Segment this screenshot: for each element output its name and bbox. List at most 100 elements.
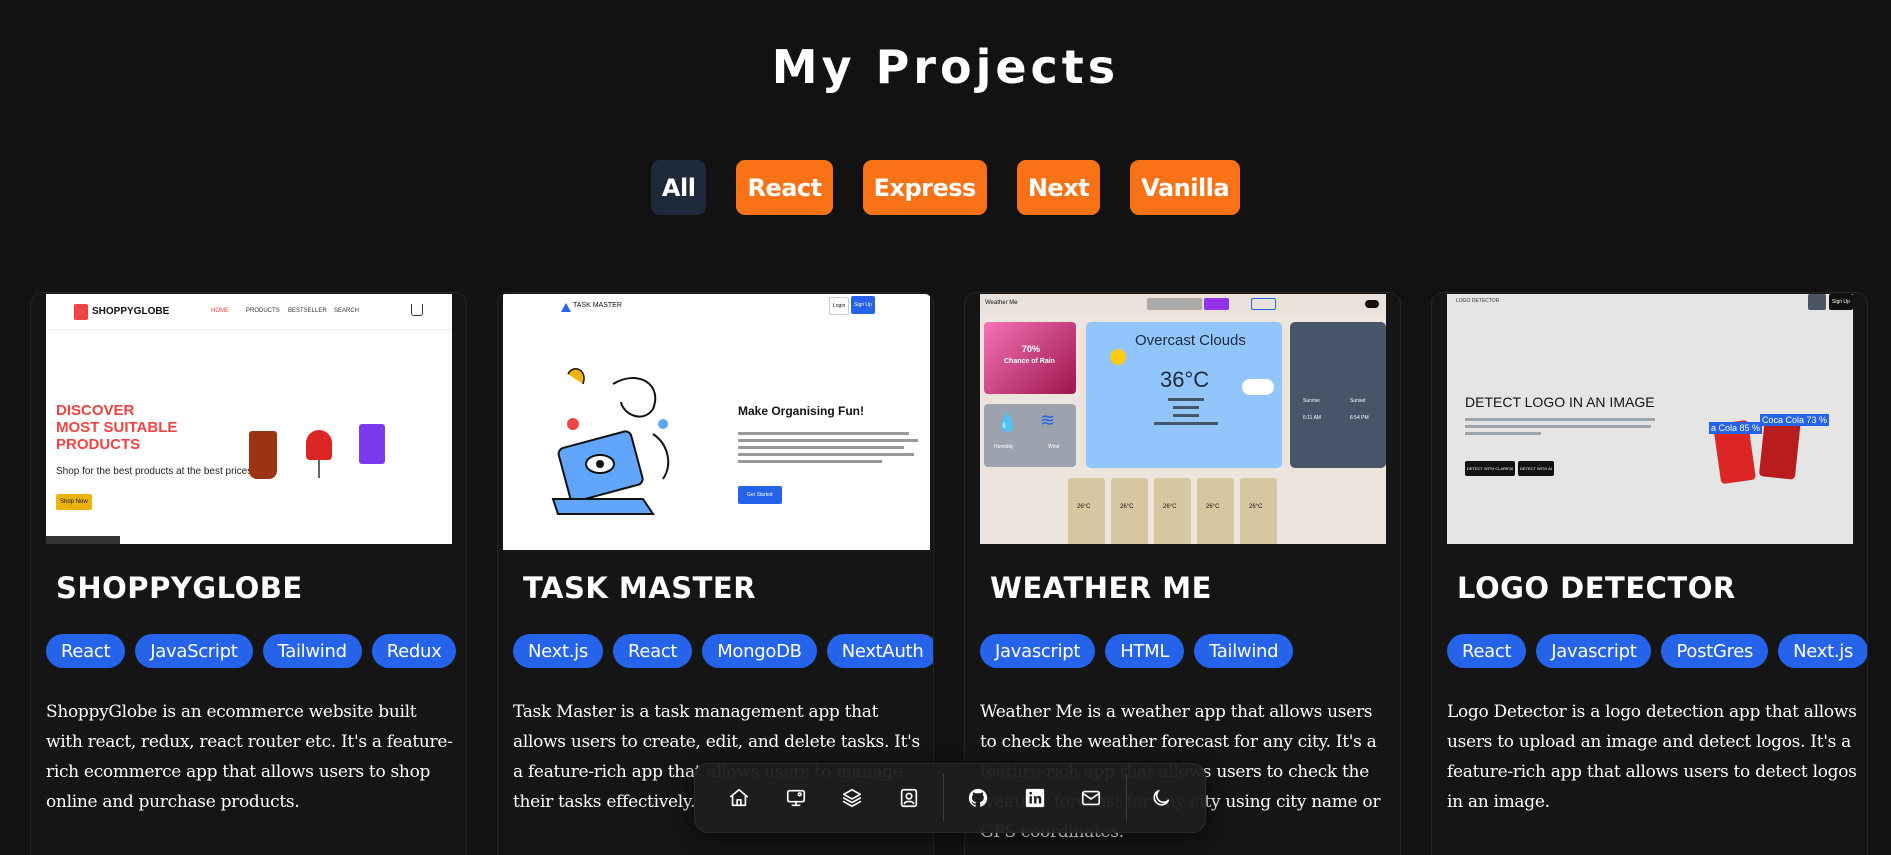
- layers-icon[interactable]: [832, 776, 873, 820]
- page-title: My Projects: [771, 40, 1120, 94]
- tech-tag: React: [1447, 634, 1527, 668]
- shopping-cart-icon: [411, 304, 423, 316]
- tech-tag: Tailwind: [1194, 634, 1294, 668]
- thumb-get-started-button: Get Started: [738, 486, 782, 504]
- thumb-headline: DETECT LOGO IN AN IMAGE: [1465, 394, 1655, 410]
- thumb-subtitle: Shop for the best products at the best p…: [56, 466, 256, 477]
- forecast-day: 26°C: [1154, 478, 1191, 544]
- logo-detector-screenshot[interactable]: LOGO DETECTOR Sign Up DETECT LOGO IN AN …: [1447, 294, 1853, 544]
- filter-all-button[interactable]: All: [650, 160, 707, 215]
- thumb-paragraph: [1465, 418, 1655, 435]
- project-title: WEATHER ME: [990, 571, 1212, 605]
- moon-icon[interactable]: [1140, 776, 1181, 820]
- thumb-sunrise: 6:11 AM: [1303, 415, 1321, 421]
- shoppyglobe-screenshot[interactable]: SHOPPYGLOBE HOME PRODUCTS BESTSELLER SEA…: [46, 294, 452, 544]
- tech-tag: React: [612, 634, 693, 668]
- thumb-temperature: 36°C: [1160, 367, 1210, 392]
- dock-divider: [943, 774, 944, 822]
- tech-tag: PostGres: [1661, 634, 1769, 668]
- product-chair: [306, 430, 332, 460]
- thumb-brand: TASK MASTER: [573, 302, 622, 309]
- project-title: TASK MASTER: [523, 571, 757, 605]
- thumb-headline-1: DISCOVER: [56, 402, 135, 419]
- task-logo-icon: [561, 303, 571, 312]
- project-description: Logo Detector is a logo detection app th…: [1447, 702, 1857, 812]
- filter-next-button[interactable]: Next: [1016, 160, 1101, 215]
- tech-tag: Tailwind: [262, 634, 362, 668]
- illustration-laptop: [551, 368, 670, 515]
- tech-tag: Next.js: [1778, 634, 1867, 668]
- tech-tag: HTML: [1105, 634, 1185, 668]
- sun-icon: [1110, 349, 1126, 365]
- tech-tags: React JavaScript Tailwind Redux: [46, 634, 457, 668]
- thumb-login-button: Login: [829, 297, 850, 315]
- thumb-paragraph: [738, 432, 918, 467]
- project-card-logo-detector[interactable]: LOGO DETECTOR Sign Up DETECT LOGO IN AN …: [1431, 292, 1868, 855]
- project-title: LOGO DETECTOR: [1457, 571, 1736, 605]
- home-icon[interactable]: [719, 776, 760, 820]
- thumb-chance: 70%: [1022, 344, 1041, 354]
- filter-bar: All React Express Next Vanilla: [0, 160, 1891, 215]
- filter-express-button[interactable]: Express: [862, 160, 987, 215]
- thumb-sunset: 6:54 PM: [1350, 415, 1369, 421]
- filter-react-button[interactable]: React: [736, 160, 833, 215]
- thumb-detect-clarifai-button: DETECT WITH CLARIFAI: [1465, 461, 1516, 476]
- thumb-brand: SHOPPYGLOBE: [92, 306, 170, 317]
- thumb-sunrise-label: Sunrise: [1303, 398, 1320, 404]
- thumb-toggle: [1365, 300, 1379, 308]
- thumb-chance-label: Chance of Rain: [1004, 358, 1055, 365]
- thumb-condition: Overcast Clouds: [1135, 332, 1246, 349]
- thumb-headline-2: MOST SUITABLE: [56, 419, 178, 436]
- monitor-icon[interactable]: [776, 776, 817, 820]
- thumb-signup-button: Sign Up: [851, 296, 875, 314]
- thumb-temp-details: [1150, 398, 1222, 425]
- tech-tag: Next.js: [513, 634, 603, 668]
- wind-icon: ≋: [1040, 410, 1056, 430]
- tech-tags: Next.js React MongoDB NextAuth: [513, 634, 933, 668]
- thumb-humidity-label: Humidity: [994, 444, 1014, 450]
- mail-icon[interactable]: [1071, 776, 1112, 820]
- tech-tag: NextAuth: [826, 634, 933, 668]
- task-master-screenshot[interactable]: TASK MASTER Login Sign Up Make Organisin…: [503, 294, 930, 550]
- thumb-headline-3: PRODUCTS: [56, 436, 141, 453]
- github-icon[interactable]: [958, 776, 999, 820]
- forecast-day: 26°C: [1068, 478, 1105, 544]
- tech-tag: JavaScript: [135, 634, 253, 668]
- thumb-nav-products: PRODUCTS: [246, 308, 280, 314]
- projects-page: My Projects All React Express Next Vanil…: [0, 0, 1891, 855]
- thumb-location-btn: [1251, 298, 1276, 310]
- thumb-nav-home: HOME: [211, 308, 229, 314]
- cart-logo-icon: [74, 304, 88, 320]
- tech-tag: Javascript: [980, 634, 1096, 668]
- product-cup: [249, 431, 277, 479]
- contact-icon[interactable]: [889, 776, 930, 820]
- thumb-wind-label: Wind: [1048, 444, 1060, 450]
- dock-divider: [1125, 774, 1127, 822]
- weather-me-screenshot[interactable]: Weather Me 70% Chance of Rain 💧 ≋ Humidi…: [980, 294, 1386, 544]
- detection-label: a Cola 85 %: [1709, 422, 1763, 434]
- filter-vanilla-button[interactable]: Vanilla: [1130, 160, 1241, 215]
- project-description: ShoppyGlobe is an ecommerce website buil…: [46, 702, 453, 812]
- tech-tag: MongoDB: [702, 634, 817, 668]
- droplet-icon: 💧: [996, 412, 1019, 432]
- tech-tag: Redux: [371, 634, 457, 668]
- thumb-signup-button: Sign Up: [1829, 294, 1853, 310]
- floating-dock: [694, 763, 1206, 833]
- thumb-headline: Make Organising Fun!: [738, 404, 865, 418]
- tech-tag: React: [46, 634, 126, 668]
- forecast-day: 26°C: [1111, 478, 1148, 544]
- project-card-shoppyglobe[interactable]: SHOPPYGLOBE HOME PRODUCTS BESTSELLER SEA…: [30, 292, 467, 855]
- thumb-search: [1147, 298, 1202, 310]
- thumb-sunset-label: Sunset: [1350, 398, 1366, 404]
- linkedin-icon[interactable]: [1015, 776, 1056, 820]
- sun-times-card: [1290, 322, 1386, 468]
- detection-label: Coca Cola 73 %: [1760, 414, 1830, 426]
- thumb-detect-ai-button: DETECT WITH AI: [1518, 461, 1554, 476]
- thumb-search-btn: [1204, 298, 1229, 310]
- tech-tag: Javascript: [1536, 634, 1652, 668]
- tech-tags: React Javascript PostGres Next.js: [1447, 634, 1867, 668]
- thumb-brand: LOGO DETECTOR: [1456, 298, 1500, 304]
- cloud-icon: [1242, 379, 1274, 395]
- project-title: SHOPPYGLOBE: [56, 571, 303, 605]
- thumb-nav-bestseller: BESTSELLER: [288, 308, 327, 314]
